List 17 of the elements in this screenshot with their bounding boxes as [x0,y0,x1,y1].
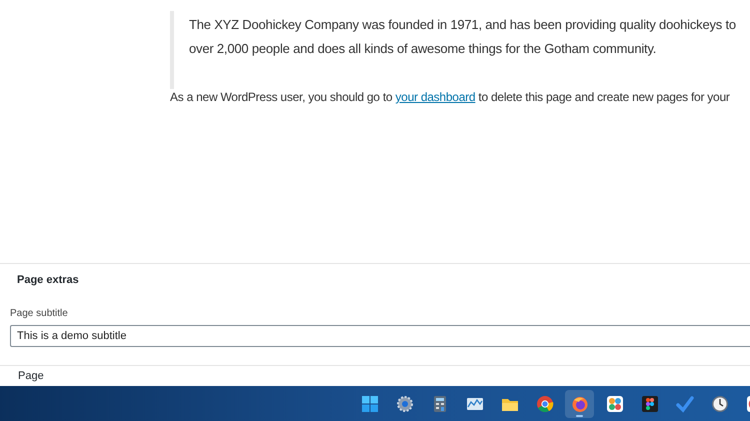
chrome-icon [536,394,554,412]
clock-icon [710,394,728,412]
settings-icon [396,394,414,412]
checkmark-icon [676,394,694,412]
panel-title: Page extras [17,274,80,286]
intro-paragraph: As a new WordPress user, you should go to your dashboard to delete this page and create new pages for your [170,89,731,105]
firefox-icon [570,394,588,412]
field-label: Page subtitle [10,308,69,319]
panel-title: Page [18,370,44,382]
taskbar-app-button[interactable] [565,390,594,418]
quote-text: The XYZ Doohickey Company was founded in 1971, and has been providing quality doohickeys to [189,16,737,34]
quote-text: over 2,000 people and does all kinds of awesome things for the Gotham community. [189,40,658,58]
dashboard-link[interactable]: your dashboard [395,90,476,104]
subtitle-field[interactable]: This is a demo subtitle [10,325,750,347]
windows-icon [360,394,378,412]
pinwheel-icon [606,394,624,412]
figma-icon [640,394,658,412]
